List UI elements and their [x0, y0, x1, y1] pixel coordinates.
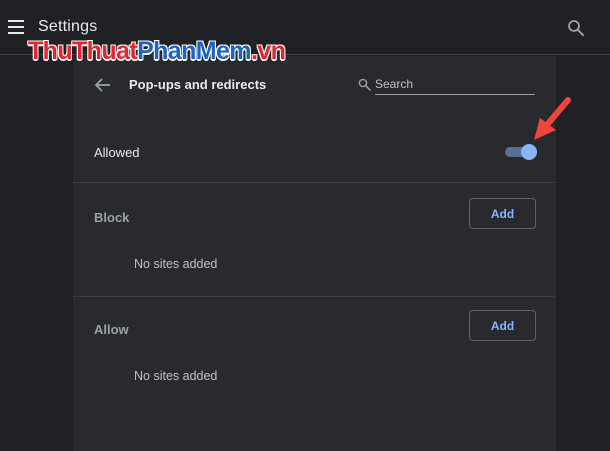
- app-title: Settings: [38, 18, 98, 35]
- block-section-label: Block: [94, 210, 130, 225]
- hamburger-menu-icon[interactable]: [8, 20, 24, 34]
- left-gutter: [0, 56, 73, 451]
- settings-card: [73, 56, 556, 451]
- arrow-back-icon[interactable]: [94, 76, 112, 94]
- red-arrow-icon: [534, 97, 571, 140]
- page-title: Pop-ups and redirects: [129, 77, 267, 92]
- allow-empty-text: No sites added: [134, 369, 218, 383]
- allowed-toggle[interactable]: [505, 144, 537, 160]
- allow-section-label: Allow: [94, 322, 129, 337]
- block-add-button[interactable]: Add: [469, 198, 536, 229]
- toggle-knob: [521, 144, 537, 160]
- divider: [73, 296, 556, 297]
- divider: [73, 182, 556, 183]
- search-icon[interactable]: [567, 19, 585, 37]
- search-input[interactable]: [375, 74, 535, 95]
- allow-add-button[interactable]: Add: [469, 310, 536, 341]
- block-empty-text: No sites added: [134, 257, 218, 271]
- watermark-part1: ThuThuat: [28, 37, 138, 65]
- search-field-icon: [358, 78, 371, 91]
- watermark-part3: .vn: [250, 37, 286, 65]
- watermark-part2: PhanMem: [137, 37, 251, 65]
- allowed-label: Allowed: [94, 145, 140, 160]
- watermark-logo: ThuThuatPhanMem.vn: [28, 37, 286, 66]
